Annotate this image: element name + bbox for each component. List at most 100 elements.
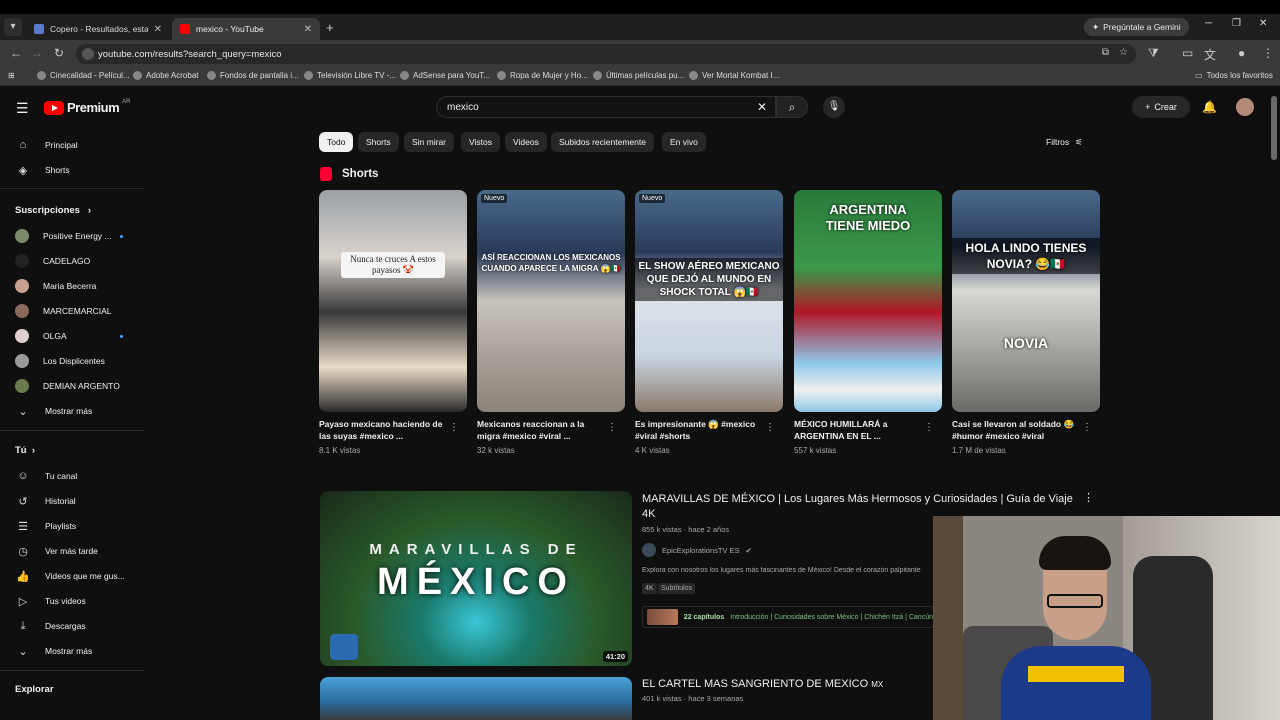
sidebar-item-shorts[interactable]: ◈ Shorts [15,161,70,179]
guide-menu-icon[interactable]: ☰ [16,100,29,117]
sidebar-item-subscription[interactable]: Maria Becerra [15,277,96,295]
short-thumbnail[interactable]: Nuevo ASÍ REACCIONAN LOS MEXICANOS CUAND… [477,190,625,412]
apps-icon[interactable]: ⊞ [8,71,15,80]
back-icon[interactable]: ← [10,46,22,60]
chip-vistos[interactable]: Vistos [461,132,500,152]
omnibox[interactable]: youtube.com/results?search_query=mexico … [76,44,1136,64]
minimize-icon[interactable]: ─ [1205,18,1212,29]
tab-close-icon[interactable]: ✕ [154,24,162,35]
cast-icon[interactable]: ▭ [1182,46,1193,60]
explore-header: Explorar [15,684,54,695]
bookmark-label: Últimas películas pu... [606,71,685,80]
short-thumbnail[interactable]: HOLA LINDO TIENES NOVIA? 😂🇲🇽 NOVIA [952,190,1100,412]
youtube-logo[interactable]: Premium AR [44,99,130,115]
gemini-button[interactable]: ✦ Pregúntale a Gemini [1084,18,1189,36]
create-button[interactable]: + Crear [1132,96,1190,118]
chip-en-vivo[interactable]: En vivo [662,132,706,152]
extensions-icon[interactable]: ⧩ [1148,46,1159,61]
subscriptions-header[interactable]: Suscripciones › [15,205,91,216]
maximize-icon[interactable]: ❐ [1232,18,1241,29]
short-card[interactable]: ARGENTINA TIENE MIEDO MÉXICO HUMILLARÁ a… [794,190,942,455]
chip-todo[interactable]: Todo [319,132,354,152]
video-title[interactable]: EL CARTEL MAS SANGRIENTO DE MEXICO MX [642,677,883,692]
page-scrollbar[interactable] [1271,96,1277,160]
account-avatar[interactable] [1236,98,1254,116]
sidebar-item-subscription[interactable]: OLGA [15,327,67,345]
short-thumbnail[interactable]: ARGENTINA TIENE MIEDO [794,190,942,412]
search-button[interactable]: ⌕ [776,96,808,118]
sidebar-item-subscription[interactable]: Los Displicentes [15,352,105,370]
short-title[interactable]: Mexicanos reaccionan a la migra #mexico … [477,418,605,442]
short-thumbnail[interactable]: Nunca te cruces A estos payasos 🤡 [319,190,467,412]
you-header[interactable]: Tú › [15,445,35,456]
translate-ext-icon[interactable]: 文 [1204,46,1216,63]
sidebar-item-tu-canal[interactable]: ☺ Tu canal [15,467,77,485]
sidebar-item-playlists[interactable]: ☰ Playlists [15,517,76,535]
bookmark-star-icon[interactable]: ☆ [1119,47,1128,58]
search-input[interactable]: mexico ✕ [436,96,776,118]
webcam-person-shirt [1001,646,1151,720]
more-actions-icon[interactable]: ⋮ [1083,491,1094,504]
more-actions-icon[interactable]: ⋮ [1082,422,1092,433]
site-info-icon[interactable] [82,48,94,60]
short-thumbnail[interactable]: Nuevo EL SHOW AÉREO MEXICANO QUE DEJÓ AL… [635,190,783,412]
sidebar-item-subscription[interactable]: DEMIAN ARGENTO [15,377,120,395]
sidebar-item-principal[interactable]: ⌂ Principal [15,136,78,154]
clear-search-icon[interactable]: ✕ [757,97,767,118]
tab-copero[interactable]: Copero - Resultados, estadística ✕ [26,18,170,40]
short-card[interactable]: Nuevo ASÍ REACCIONAN LOS MEXICANOS CUAND… [477,190,625,455]
close-window-icon[interactable]: ✕ [1259,18,1267,29]
sidebar-item-descargas[interactable]: ⤓ Descargas [15,617,86,635]
short-title[interactable]: Casi se llevaron al soldado 😂 #humor #me… [952,418,1080,442]
sidebar-item-liked[interactable]: 👍 Videos que me gus... [15,567,125,585]
more-actions-icon[interactable]: ⋮ [765,422,775,433]
sidebar-item-subscription[interactable]: MARCEMARCIAL [15,302,111,320]
more-actions-icon[interactable]: ⋮ [924,422,934,433]
browser-menu-icon[interactable]: ⋮ [1262,46,1274,60]
bookmark-item[interactable]: Adobe Acrobat [133,71,198,80]
chip-subidos-recientemente[interactable]: Subidos recientemente [551,132,654,152]
all-bookmarks[interactable]: ▭ Todos los favoritos [1195,71,1273,80]
sidebar-item-subscription[interactable]: Positive Energy ... [15,227,112,245]
bookmark-item[interactable]: Televisión Libre TV -... [304,71,396,80]
translate-icon[interactable]: ⧉ [1102,47,1109,58]
sidebar-item-subscription[interactable]: CADELAGO [15,252,90,270]
more-actions-icon[interactable]: ⋮ [449,422,459,433]
bookmark-item[interactable]: AdSense para YouT... [400,71,490,80]
short-title[interactable]: Payaso mexicano haciendo de las suyas #m… [319,418,447,442]
chip-shorts[interactable]: Shorts [358,132,399,152]
chip-videos[interactable]: Videos [505,132,547,152]
chapters-strip[interactable]: 22 capítulos Introducción | Curiosidades… [642,606,934,628]
voice-search-button[interactable]: 🎙 [823,96,845,118]
sidebar-item-tus-videos[interactable]: ▷ Tus videos [15,592,86,610]
forward-icon[interactable]: → [31,46,43,60]
notifications-bell-icon[interactable]: 🔔 [1202,100,1217,114]
profile-icon[interactable]: ● [1238,46,1245,60]
chip-sin-mirar[interactable]: Sin mirar [404,132,455,152]
short-card[interactable]: Nunca te cruces A estos payasos 🤡 Payaso… [319,190,467,455]
video-thumbnail[interactable] [320,677,632,720]
bookmark-item[interactable]: Ropa de Mujer y Ho... [497,71,588,80]
sidebar-item-ver-mas-tarde[interactable]: ◷ Ver más tarde [15,542,98,560]
filters-button[interactable]: Filtros ⚟ [1046,137,1083,148]
sidebar-show-more-you[interactable]: ⌄ Mostrar más [15,642,92,660]
bookmark-item[interactable]: Ver Mortal Kombat I... [689,71,779,80]
more-actions-icon[interactable]: ⋮ [607,422,617,433]
reload-icon[interactable]: ↻ [54,46,64,60]
bookmark-item[interactable]: Últimas películas pu... [593,71,684,80]
short-card[interactable]: HOLA LINDO TIENES NOVIA? 😂🇲🇽 NOVIA Casi … [952,190,1100,455]
short-title[interactable]: Es impresionante 😱 #mexico #viral #short… [635,418,763,442]
short-card[interactable]: Nuevo EL SHOW AÉREO MEXICANO QUE DEJÓ AL… [635,190,783,455]
bookmark-item[interactable]: Cinecalidad - Películ... [37,71,130,80]
tab-search-button[interactable]: ▾ [4,18,22,36]
bookmark-item[interactable]: Fondos de pantalla i... [207,71,299,80]
plus-icon: + [1145,102,1151,112]
tab-close-icon[interactable]: ✕ [304,24,312,35]
sidebar-item-historial[interactable]: ↺ Historial [15,492,75,510]
short-title[interactable]: MÉXICO HUMILLARÁ a ARGENTINA EN EL ... [794,418,922,442]
video-thumbnail[interactable]: MARAVILLAS DE MÉXICO 41:20 [320,491,632,666]
sidebar-show-more-subs[interactable]: ⌄ Mostrar más [15,402,92,420]
new-tab-button[interactable]: + [326,20,334,35]
channel-link[interactable]: EpicExplorationsTV ES ✔ [642,543,752,557]
tab-youtube[interactable]: mexico - YouTube ✕ [172,18,320,40]
